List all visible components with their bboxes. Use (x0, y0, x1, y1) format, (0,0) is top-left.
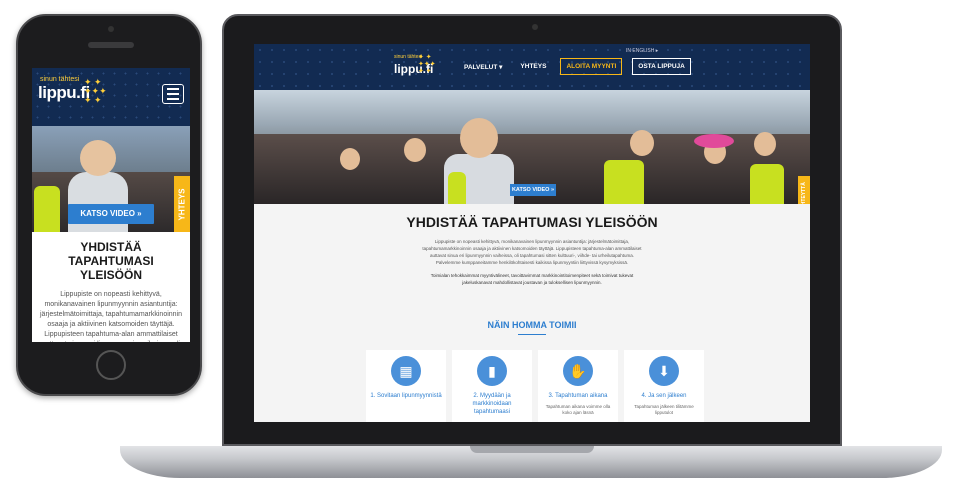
step-card[interactable]: ▦ 1. Sovitaan lipunmyynnistä (366, 350, 446, 422)
ticket-icon: ▮ (477, 356, 507, 386)
crowd-person-head (630, 130, 654, 156)
laptop-content: YHDISTÄÄ TAPAHTUMASI YLEISÖÖN Lippupiste… (254, 204, 810, 422)
phone-content: YHDISTÄÄ TAPAHTUMASI YLEISÖÖN Lippupiste… (32, 232, 190, 342)
laptop-page-title: YHDISTÄÄ TAPAHTUMASI YLEISÖÖN (406, 214, 658, 230)
laptop-camera (532, 24, 538, 30)
security-vest (750, 164, 784, 204)
step-card[interactable]: ▮ 2. Myydään ja markkinoidaan tapahtumaa… (452, 350, 532, 422)
nav-contact[interactable]: YHTEYS (516, 60, 550, 73)
step-card[interactable]: ⬇ 4. Ja sen jälkeen Tapahtuman jälkeen t… (624, 350, 704, 422)
step-label: 3. Tapahtuman aikana (548, 393, 608, 399)
laptop-device: IN ENGLISH ▸ sinun tähtesi lippu.fi ✦ ✦ ✦… (222, 14, 842, 446)
step-label: 1. Sovitaan lipunmyynnistä (370, 393, 442, 399)
phone-speaker (88, 42, 134, 48)
start-selling-button[interactable]: ALOITA MYYNTI (560, 58, 623, 75)
phone-hero-image: KATSO VIDEO » YHTEYS (32, 126, 190, 232)
phone-logo[interactable]: sinun tähtesi lippu.fi (38, 76, 90, 103)
step-label: 4. Ja sen jälkeen (641, 393, 687, 399)
step-label: 2. Myydään ja markkinoidaan tapahtumaasi (472, 393, 512, 415)
phone-camera (108, 26, 114, 32)
hero-vest (34, 186, 60, 232)
laptop-screen: IN ENGLISH ▸ sinun tähtesi lippu.fi ✦ ✦ ✦… (254, 44, 810, 422)
hero-person-head (460, 118, 498, 158)
phone-page-title: YHDISTÄÄ TAPAHTUMASI YLEISÖÖN (68, 240, 154, 282)
phone-header: sinun tähtesi lippu.fi ✦ ✦ ✦✦✦ ✦ ✦ (32, 68, 190, 126)
laptop-hero-image: KATSO VIDEO » (254, 90, 810, 204)
laptop-header: IN ENGLISH ▸ sinun tähtesi lippu.fi ✦ ✦ ✦… (254, 44, 810, 90)
laptop-notch (470, 446, 594, 453)
hamburger-menu-icon[interactable] (162, 84, 184, 104)
step-text: Tapahtuman jälkeen tilitämme lipputulot (634, 404, 694, 415)
crowd-person-head (754, 132, 776, 156)
steps-list: ▦ 1. Sovitaan lipunmyynnistä ▮ 2. Myydää… (366, 350, 704, 422)
crowd-person-head (340, 148, 360, 170)
main-nav: PALVELUT ▾ YHTEYS ALOITA MYYNTI OSTA LIP… (460, 58, 691, 75)
phone-logo-text: lippu.fi (38, 83, 90, 102)
laptop-intro-text-2: Toimialan tehokkaimmat myyntivälineet, t… (430, 273, 634, 285)
laptop-intro-text: Lippupiste on nopeasti kehittyvä, monika… (422, 239, 642, 265)
phone-screen: sinun tähtesi lippu.fi ✦ ✦ ✦✦✦ ✦ ✦ KATSO V… (32, 68, 190, 342)
crowd-person-head (404, 138, 426, 162)
phone-home-button (96, 350, 126, 380)
step-card[interactable]: ✋ 3. Tapahtuman aikana Tapahtuman aikana… (538, 350, 618, 422)
step-text: Tapahtuman aikana voimme olla koko ajan … (545, 404, 611, 415)
phone-logo-tagline: sinun tähtesi (40, 76, 80, 83)
buy-tickets-button[interactable]: OSTA LIPPUJA (632, 58, 691, 75)
security-vest (604, 160, 644, 204)
watch-video-button[interactable]: KATSO VIDEO » (510, 184, 556, 196)
device-mockup: sinun tähtesi lippu.fi ✦ ✦ ✦✦✦ ✦ ✦ KATSO V… (0, 0, 960, 500)
flower-wreath (694, 134, 734, 148)
hand-icon: ✋ (563, 356, 593, 386)
calendar-icon: ▦ (391, 356, 421, 386)
nav-services[interactable]: PALVELUT ▾ (460, 60, 506, 74)
how-it-works-title: NÄIN HOMMA TOIMII (487, 320, 577, 330)
hero-person-head (80, 140, 116, 176)
language-link[interactable]: IN ENGLISH ▸ (626, 48, 658, 54)
download-icon: ⬇ (649, 356, 679, 386)
phone-intro-text: Lippupiste on nopeasti kehittyvä, monika… (40, 291, 183, 342)
security-vest (448, 172, 466, 204)
phone-device: sinun tähtesi lippu.fi ✦ ✦ ✦✦✦ ✦ ✦ KATSO V… (16, 14, 202, 396)
stars-icon: ✦ ✦ ✦✦✦ ✦ ✦ (84, 77, 107, 105)
watch-video-button[interactable]: KATSO VIDEO » (68, 204, 154, 224)
stars-icon: ✦ ✦ ✦✦✦ ✦ ✦ (418, 54, 436, 75)
title-underline (518, 334, 546, 335)
contact-side-tab-label: YHTEYS (177, 188, 187, 221)
contact-side-tab[interactable]: YHTEYS (174, 176, 190, 232)
